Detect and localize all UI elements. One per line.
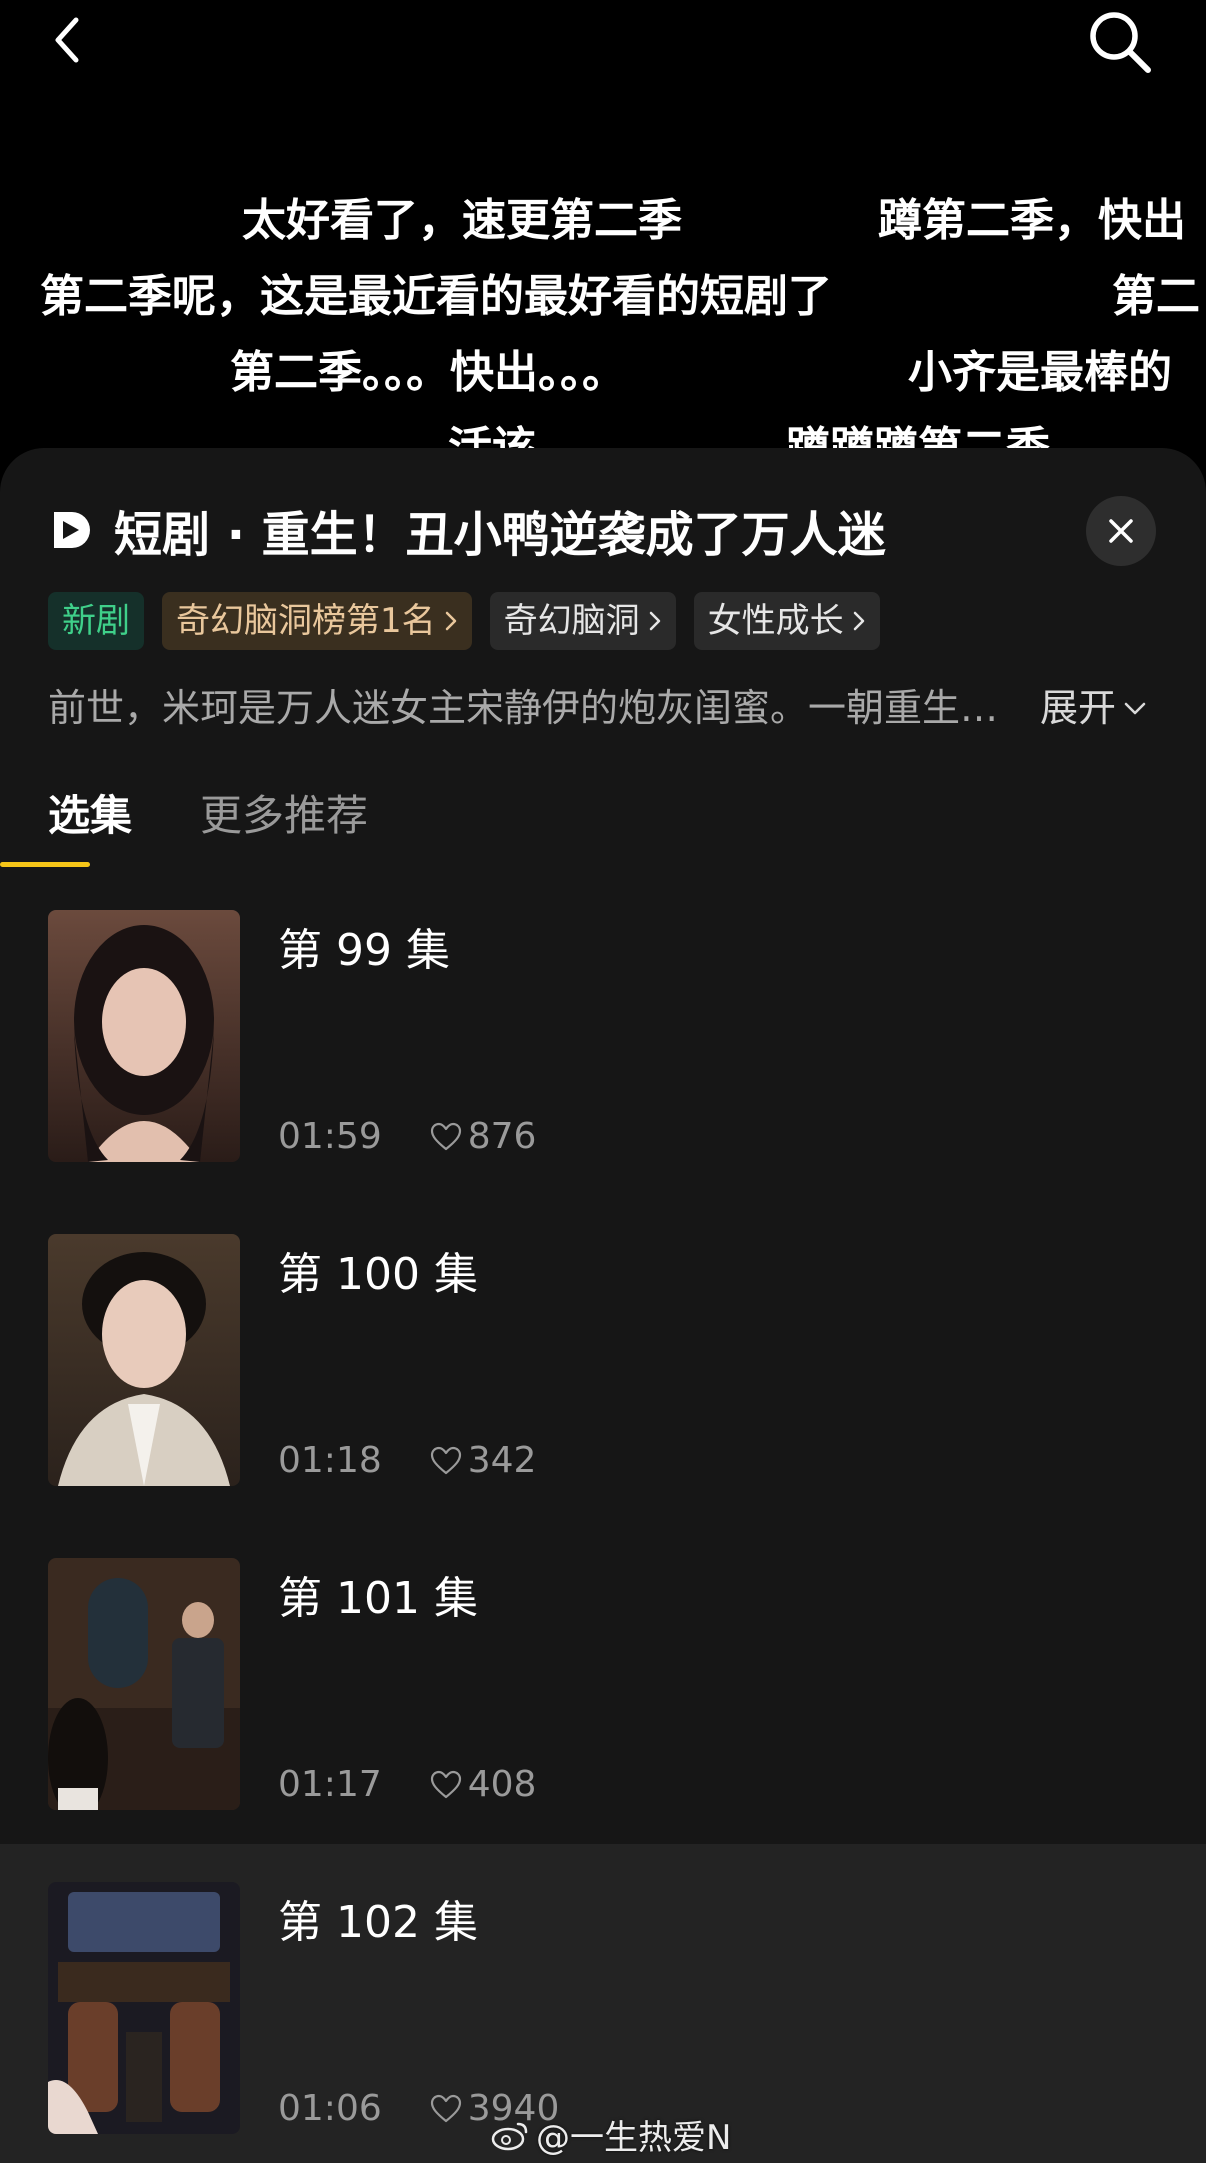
search-icon: [1090, 12, 1151, 73]
episode-item[interactable]: 第 99 集 01:59 876: [0, 910, 1206, 1234]
tab-episodes[interactable]: 选集: [48, 782, 132, 843]
danmaku-layer: 太好看了，速更第二季 蹲第二季，快出 第二季呢，这是最近看的最好看的短剧了 第二…: [0, 160, 1206, 460]
danmaku-comment: 太好看了，速更第二季: [242, 195, 682, 246]
chevron-down-icon: [1124, 702, 1146, 715]
heart-icon: [430, 1122, 461, 1150]
episode-likes: 876: [430, 1116, 537, 1157]
tag-list: 新剧 奇幻脑洞榜第1名 奇幻脑洞 女性成长: [48, 592, 898, 650]
chevron-right-icon: [853, 611, 864, 631]
tag-label: 新剧: [62, 601, 130, 641]
episode-item[interactable]: 第 101 集 01:17 408: [0, 1558, 1206, 1882]
danmaku-comment: 第二季。。。快出。。。: [230, 347, 626, 398]
close-button[interactable]: [1086, 496, 1156, 566]
weibo-icon: [491, 2122, 528, 2150]
heart-icon: [430, 1770, 461, 1798]
drama-title-row: 短剧 · 重生！丑小鸭逆袭成了万人迷: [48, 498, 886, 563]
tag-label: 奇幻脑洞榜第1名: [176, 601, 436, 641]
chevron-right-icon: [445, 611, 456, 631]
description-text: 前世，米珂是万人迷女主宋静伊的炮灰闺蜜。一朝重生，米珂决定不再做任何人的陪衬…: [48, 686, 1018, 730]
tag-genre[interactable]: 奇幻脑洞: [489, 592, 676, 650]
chevron-left-icon: [55, 17, 79, 63]
danmaku-comment: 蹲第二季，快出: [878, 195, 1186, 246]
tag-label: 奇幻脑洞: [503, 601, 640, 641]
search-button[interactable]: [1084, 4, 1156, 76]
heart-icon: [430, 1446, 461, 1474]
watermark: @一生热爱N: [490, 2110, 731, 2159]
tag-theme[interactable]: 女性成长: [693, 592, 880, 650]
chevron-right-icon: [649, 611, 660, 631]
episode-panel: 短剧 · 重生！丑小鸭逆袭成了万人迷 新剧 奇幻脑洞榜第1名 奇幻脑洞 女性成长: [0, 448, 1206, 2163]
drama-description: 前世，米珂是万人迷女主宋静伊的炮灰闺蜜。一朝重生，米珂决定不再做任何人的陪衬… …: [48, 680, 1158, 736]
danmaku-comment: 小齐是最棒的: [908, 347, 1172, 398]
episode-title: 第 101 集: [278, 1573, 478, 1624]
back-button[interactable]: [40, 10, 100, 70]
short-drama-logo-icon: [54, 512, 90, 548]
likes-count: 876: [467, 1116, 537, 1157]
episode-thumbnail: [48, 910, 240, 1162]
expand-button[interactable]: 展开: [1040, 680, 1148, 736]
heart-icon: [430, 2094, 461, 2122]
episode-meta: 01:59 876: [278, 1116, 536, 1157]
danmaku-comment: 第二: [1112, 271, 1200, 322]
watermark-text: @一生热爱N: [536, 2118, 732, 2158]
top-bar: [0, 0, 1206, 90]
episode-thumbnail: [48, 1558, 240, 1810]
likes-count: 342: [467, 1440, 537, 1481]
likes-count: 408: [467, 1764, 537, 1805]
drama-title: 短剧 · 重生！丑小鸭逆袭成了万人迷: [114, 507, 886, 563]
tag-label: 女性成长: [707, 601, 844, 641]
episode-meta: 01:18 342: [278, 1440, 536, 1481]
episode-title: 第 100 集: [278, 1249, 478, 1300]
episode-likes: 342: [430, 1440, 537, 1481]
episode-duration: 01:59: [278, 1116, 382, 1157]
close-icon: [1109, 519, 1133, 543]
danmaku-comment: 第二季呢，这是最近看的最好看的短剧了: [40, 271, 832, 322]
tab-more-recommendations[interactable]: 更多推荐: [200, 782, 368, 843]
active-tab-indicator: [0, 862, 90, 867]
episode-duration: 01:17: [278, 1764, 382, 1805]
episode-title: 第 99 集: [278, 925, 450, 976]
episode-item[interactable]: 第 100 集 01:18 342: [0, 1234, 1206, 1558]
tag-ranking[interactable]: 奇幻脑洞榜第1名: [162, 592, 472, 650]
episode-thumbnail: [48, 1882, 240, 2134]
tag-new: 新剧: [48, 592, 144, 650]
episode-duration: 01:06: [278, 2088, 382, 2129]
episode-duration: 01:18: [278, 1440, 382, 1481]
expand-label: 展开: [1040, 686, 1117, 730]
episode-title: 第 102 集: [278, 1897, 478, 1948]
episode-thumbnail: [48, 1234, 240, 1486]
episode-likes: 408: [430, 1764, 537, 1805]
episode-meta: 01:17 408: [278, 1764, 536, 1805]
